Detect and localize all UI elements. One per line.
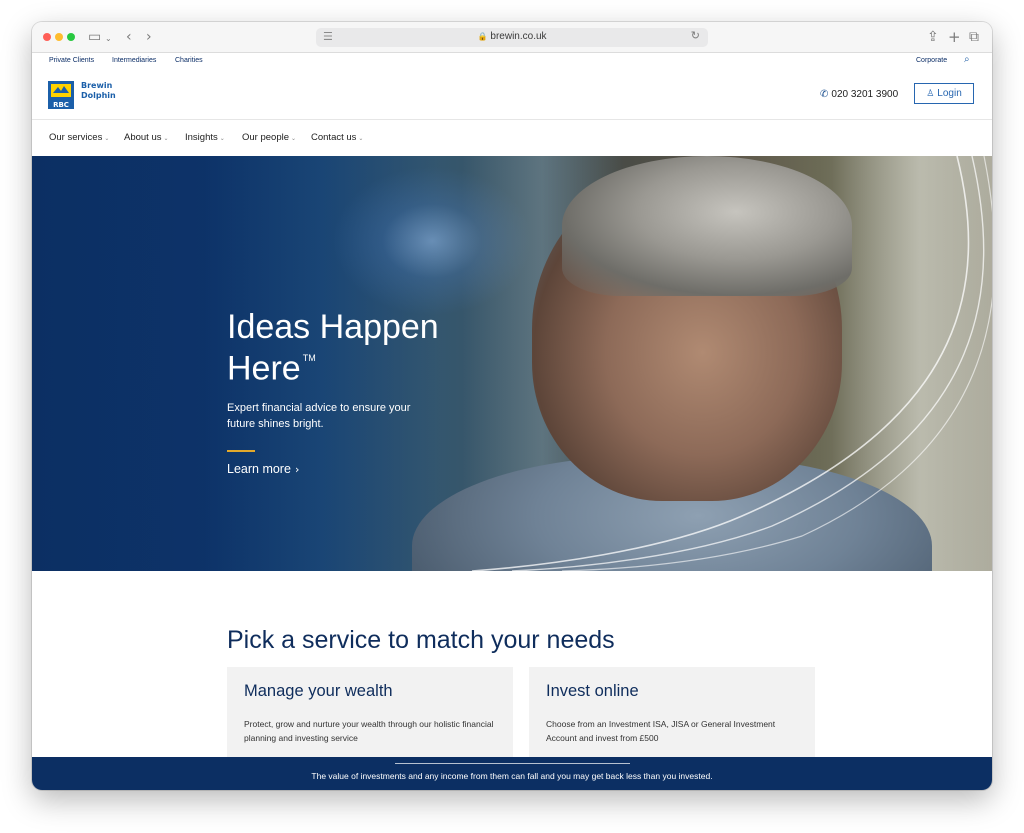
tabs-overview-icon[interactable]: ⧉: [969, 28, 979, 46]
svg-text:RBC: RBC: [53, 101, 69, 109]
address-bar[interactable]: ☰ 🔒 brewin.co.uk ↻: [316, 28, 708, 47]
card-description: Protect, grow and nurture your wealth th…: [244, 719, 494, 743]
service-card-invest-online[interactable]: Invest online Choose from an Investment …: [529, 667, 815, 762]
hero-title: Ideas Happen Here TM: [227, 308, 439, 388]
nav-item-contact-us[interactable]: Contact us ⌄: [311, 132, 363, 143]
site-header: RBC Brewin Dolphin ✆ 020 3201 3900 ♙ Login: [32, 70, 992, 120]
hero-overlay: [32, 156, 992, 571]
risk-warning-bar: The value of investments and any income …: [32, 757, 992, 790]
utility-link-charities[interactable]: Charities: [175, 57, 203, 64]
sidebar-icon[interactable]: ▭: [88, 28, 101, 46]
card-title: Invest online: [546, 682, 639, 700]
brewin-dolphin-logo[interactable]: RBC Brewin Dolphin: [48, 78, 128, 110]
risk-warning-text: The value of investments and any income …: [311, 771, 713, 781]
chevron-down-icon: ⌄: [219, 135, 225, 142]
nav-item-insights[interactable]: Insights ⌄: [185, 132, 225, 143]
forward-icon[interactable]: ›: [146, 28, 152, 46]
utility-link-private-clients[interactable]: Private Clients: [49, 57, 94, 64]
reload-icon[interactable]: ↻: [691, 29, 700, 42]
chevron-down-icon: ⌄: [163, 135, 169, 142]
services-title: Pick a service to match your needs: [227, 626, 615, 654]
browser-window: ▭ ⌄ ‹ › ☰ 🔒 brewin.co.uk ↻ ⇪ + ⧉ Private …: [32, 22, 992, 790]
new-tab-icon[interactable]: +: [948, 28, 961, 46]
search-icon[interactable]: ⌕: [964, 54, 970, 65]
card-description: Choose from an Investment ISA, JISA or G…: [546, 719, 776, 743]
chevron-down-icon: ⌄: [291, 135, 297, 142]
nav-item-about-us[interactable]: About us ⌄: [124, 132, 169, 143]
utility-bar: Private Clients Intermediaries Charities…: [32, 53, 992, 70]
back-icon[interactable]: ‹: [126, 28, 132, 46]
share-icon[interactable]: ⇪: [927, 28, 939, 46]
minimize-window-button[interactable]: [55, 33, 63, 41]
zoom-window-button[interactable]: [67, 33, 75, 41]
utility-link-corporate[interactable]: Corporate: [916, 57, 947, 64]
hero-banner: Ideas Happen Here TM Expert financial adv…: [32, 156, 992, 571]
rbc-logo-icon: RBC: [48, 81, 74, 109]
services-section: Pick a service to match your needs Manag…: [32, 571, 992, 762]
chevron-down-icon: ⌄: [358, 135, 364, 142]
risk-warning-divider: [395, 763, 630, 764]
close-window-button[interactable]: [43, 33, 51, 41]
nav-item-our-people[interactable]: Our people ⌄: [242, 132, 296, 143]
chevron-down-icon: ⌄: [104, 135, 110, 142]
nav-item-our-services[interactable]: Our services ⌄: [49, 132, 109, 143]
chevron-down-icon[interactable]: ⌄: [105, 30, 112, 48]
card-title: Manage your wealth: [244, 682, 393, 700]
hero-subtitle: Expert financial advice to ensure your f…: [227, 402, 411, 430]
browser-toolbar: ▭ ⌄ ‹ › ☰ 🔒 brewin.co.uk ↻ ⇪ + ⧉: [32, 22, 992, 53]
lock-icon: 🔒: [477, 32, 488, 41]
learn-more-link[interactable]: Learn more ›: [227, 462, 299, 476]
hero-accent-rule: [227, 450, 255, 452]
main-nav: Our services ⌄ About us ⌄ Insights ⌄ Our pe…: [32, 120, 992, 156]
logo-wordmark: Brewin Dolphin: [81, 81, 116, 100]
phone-icon: ✆: [820, 89, 829, 100]
trademark-mark: TM: [302, 353, 316, 363]
desktop-background: ▭ ⌄ ‹ › ☰ 🔒 brewin.co.uk ↻ ⇪ + ⧉ Private …: [0, 0, 1024, 833]
service-card-manage-wealth[interactable]: Manage your wealth Protect, grow and nur…: [227, 667, 513, 762]
chevron-right-icon: ›: [294, 463, 300, 476]
user-icon: ♙: [926, 89, 935, 99]
login-button[interactable]: ♙ Login: [914, 83, 974, 104]
utility-link-intermediaries[interactable]: Intermediaries: [112, 57, 156, 64]
url-text: brewin.co.uk: [490, 31, 547, 42]
phone-number[interactable]: ✆ 020 3201 3900: [820, 89, 898, 100]
